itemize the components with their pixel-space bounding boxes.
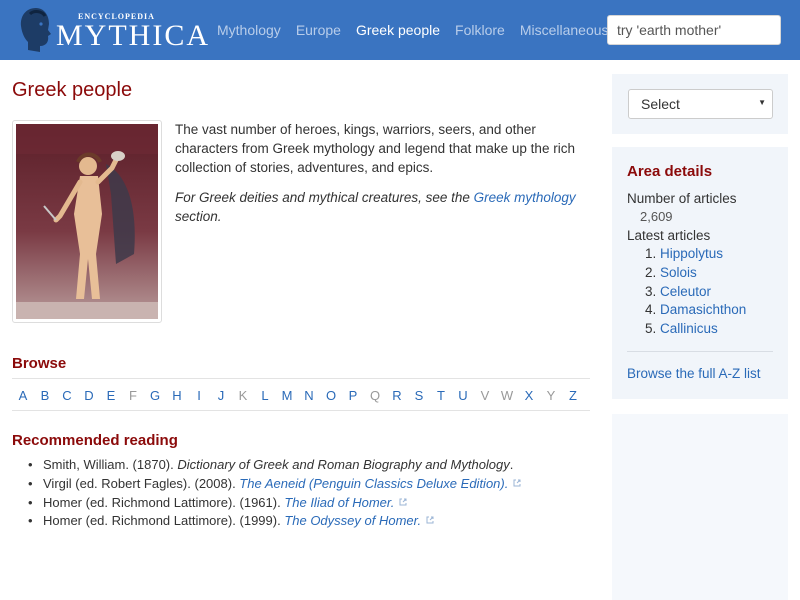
browse-letter-i[interactable]: I — [188, 387, 210, 405]
category-select[interactable]: Select ▼ — [628, 89, 773, 119]
latest-article-link[interactable]: Callinicus — [660, 321, 718, 336]
reading-end[interactable]: . — [505, 476, 509, 491]
mythica-logo[interactable]: ENCYCLOPEDIA MYTHICA — [16, 6, 208, 54]
latest-article-item: 5. Callinicus — [645, 321, 718, 337]
intro-text: The vast number of heroes, kings, warrio… — [175, 122, 575, 175]
browse-letter-b[interactable]: B — [34, 387, 56, 405]
hero-fresco-image[interactable] — [12, 120, 162, 323]
latest-articles-label: Latest articles — [627, 228, 711, 243]
reading-item: Smith, William. (1870). Dictionary of Gr… — [28, 456, 588, 475]
divider — [12, 378, 590, 379]
nav-item-europe[interactable]: Europe — [296, 21, 341, 39]
browse-letter-c[interactable]: C — [56, 387, 78, 405]
helmeted-head-logo-icon — [20, 8, 51, 52]
browse-letter-z[interactable]: Z — [562, 387, 584, 405]
reading-end: . — [509, 457, 514, 472]
note-text-after: section. — [175, 209, 222, 224]
latest-article-link[interactable]: Celeutor — [660, 284, 711, 299]
sidebar-select-panel: Select ▼ — [612, 74, 788, 134]
browse-letter-k: K — [238, 388, 248, 403]
latest-article-item: 2. Solois — [645, 264, 697, 280]
articles-count-label: Number of articles — [627, 191, 737, 206]
select-value: Select — [641, 96, 680, 112]
browse-heading: Browse — [12, 355, 67, 372]
note-text-before: For Greek deities and mythical creatures… — [175, 190, 474, 205]
latest-article-item: 1. Hippolytus — [645, 246, 724, 261]
reading-item: Virgil (ed. Robert Fagles). (2008). The … — [28, 475, 588, 494]
browse-letter-d[interactable]: D — [78, 387, 100, 405]
recommended-reading-heading: Recommended reading — [12, 432, 178, 449]
browse-letter-u[interactable]: U — [452, 387, 474, 405]
external-link-icon[interactable] — [513, 479, 521, 487]
latest-article-link[interactable]: Damasichthon — [660, 302, 746, 317]
browse-letter-r[interactable]: R — [386, 387, 408, 405]
articles-count-value: 2,609 — [640, 209, 673, 224]
browse-letter-t[interactable]: T — [430, 387, 452, 405]
external-link-icon[interactable] — [399, 498, 407, 506]
reading-end[interactable]: . — [391, 495, 395, 510]
alphabet-index: ABCDEFGHIJKLMNOPQRSTUVWXYZ — [12, 387, 590, 405]
browse-letter-f: F — [129, 388, 137, 403]
greek-mythology-link[interactable]: Greek mythology — [474, 190, 576, 205]
area-details-heading: Area details — [627, 163, 713, 180]
latest-article-item: 4. Damasichthon — [645, 302, 747, 318]
reading-link[interactable]: The Odyssey of Homer — [284, 513, 417, 528]
reading-item: Homer (ed. Richmond Lattimore). (1999). … — [28, 512, 588, 531]
latest-article-link[interactable]: Solois — [660, 265, 697, 280]
reading-item: Homer (ed. Richmond Lattimore). (1961). … — [28, 494, 588, 513]
browse-letter-s[interactable]: S — [408, 387, 430, 405]
fresco-picture — [16, 124, 158, 319]
reading-end[interactable]: . — [418, 513, 422, 528]
browse-letter-h[interactable]: H — [166, 387, 188, 405]
browse-letter-n[interactable]: N — [298, 387, 320, 405]
reading-author: Smith, William. (1870). — [43, 457, 178, 472]
reading-link[interactable]: The Aeneid (Penguin Classics Deluxe Edit… — [239, 476, 504, 491]
area-details-panel: Area details Number of articles 2,609 La… — [612, 147, 788, 399]
browse-letter-g[interactable]: G — [144, 387, 166, 405]
dropdown-caret-icon: ▼ — [758, 98, 766, 107]
top-navbar: ENCYCLOPEDIA MYTHICA Mythology Europe Gr… — [0, 0, 800, 60]
nav-item-miscellaneous[interactable]: Miscellaneous — [520, 21, 609, 39]
reading-link[interactable]: The Iliad of Homer — [284, 495, 390, 510]
reading-author: Virgil (ed. Robert Fagles). (2008). — [43, 475, 240, 491]
search-input[interactable] — [607, 15, 781, 45]
browse-letter-x[interactable]: X — [518, 387, 540, 405]
nav-item-mythology[interactable]: Mythology — [217, 21, 281, 39]
logo-text: MYTHICA — [56, 19, 210, 52]
nav-item-greek-people[interactable]: Greek people — [356, 21, 440, 39]
reading-list: Smith, William. (1870). Dictionary of Gr… — [28, 456, 588, 531]
browse-letter-y: Y — [546, 388, 556, 403]
browse-letter-p[interactable]: P — [342, 387, 364, 405]
browse-letter-o[interactable]: O — [320, 387, 342, 405]
latest-article-link[interactable]: Hippolytus — [660, 246, 723, 261]
external-link-icon[interactable] — [426, 516, 434, 524]
browse-letter-j[interactable]: J — [210, 387, 232, 405]
browse-letter-v: V — [480, 388, 490, 403]
divider — [627, 351, 773, 352]
reading-author: Homer (ed. Richmond Lattimore). (1999). — [43, 513, 285, 529]
main-nav: Mythology Europe Greek people Folklore M… — [217, 21, 624, 39]
see-also-note: For Greek deities and mythical creatures… — [175, 188, 585, 226]
latest-article-item: 3. Celeutor — [645, 283, 712, 299]
reading-title: Dictionary of Greek and Roman Biography … — [177, 457, 510, 472]
full-az-list-link[interactable]: Browse the full A-Z list — [627, 366, 761, 381]
nav-item-folklore[interactable]: Folklore — [455, 21, 505, 39]
browse-letter-e[interactable]: E — [100, 387, 122, 405]
reading-author: Homer (ed. Richmond Lattimore). (1961). — [43, 494, 285, 510]
browse-letter-l[interactable]: L — [254, 387, 276, 405]
divider — [12, 410, 590, 411]
browse-letter-a[interactable]: A — [12, 387, 34, 405]
latest-articles-list: 1. Hippolytus 2. Solois 3. Celeutor 4. D… — [645, 245, 746, 339]
browse-letter-q: Q — [369, 388, 381, 403]
browse-letter-m[interactable]: M — [276, 387, 298, 405]
ad-panel — [612, 414, 788, 600]
page-title: Greek people — [12, 79, 133, 101]
browse-letter-w: W — [500, 388, 514, 403]
